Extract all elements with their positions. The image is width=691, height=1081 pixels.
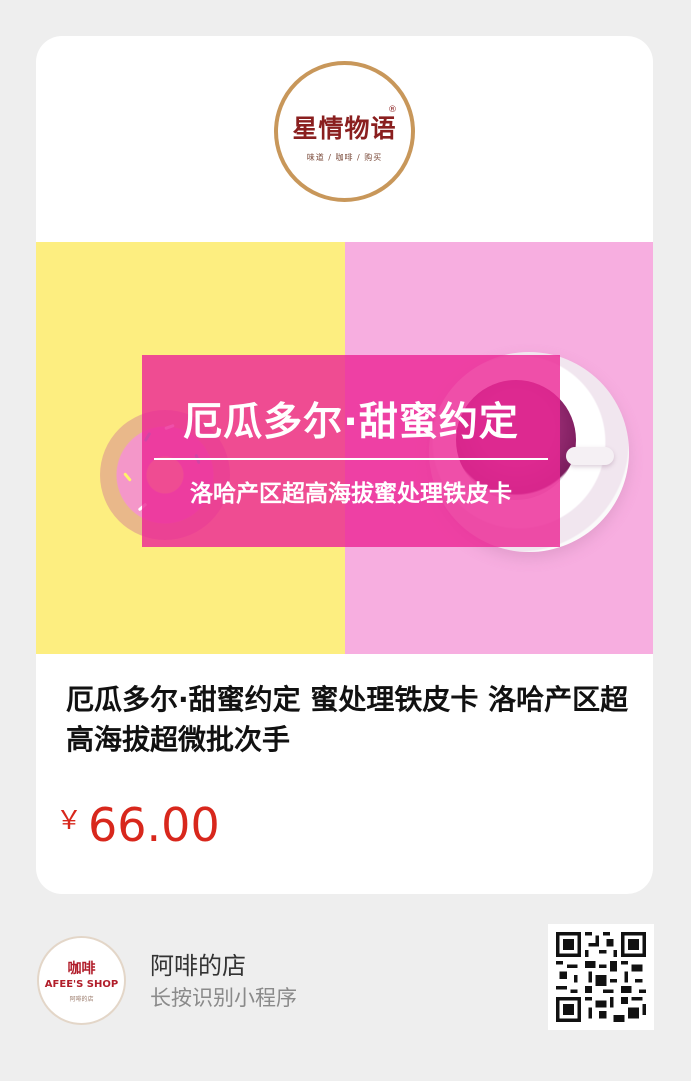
qr-code-graphic — [556, 932, 646, 1022]
qr-code-icon[interactable] — [548, 924, 654, 1030]
banner-divider — [154, 458, 548, 460]
shop-avatar-subtitle: 阿啡的店 — [69, 996, 94, 1003]
banner-subtitle: 洛哈产区超高海拔蜜处理铁皮卡 — [190, 481, 512, 507]
product-title: 厄瓜多尔·甜蜜约定 蜜处理铁皮卡 洛哈产区超高海拔超微批次手 — [66, 683, 629, 756]
brand-tagline: 味道 / 咖啡 / 购买 — [306, 153, 383, 162]
brand-logo: 星情物语 ® 味道 / 咖啡 / 购买 — [274, 61, 415, 202]
registered-mark: ® — [388, 105, 397, 115]
product-image[interactable]: 厄瓜多尔·甜蜜约定 洛哈产区超高海拔蜜处理铁皮卡 — [36, 242, 653, 654]
banner-title: 厄瓜多尔·甜蜜约定 — [183, 400, 519, 445]
shop-name: 阿啡的店 — [150, 952, 246, 980]
price-amount: 66.00 — [88, 798, 220, 852]
product-price: ￥ 66.00 — [56, 798, 220, 852]
shop-logo-icon: 咖啡 — [67, 961, 96, 977]
shop-avatar[interactable]: 咖啡 AFEE'S SHOP 阿啡的店 — [37, 936, 126, 1025]
product-card[interactable]: 星情物语 ® 味道 / 咖啡 / 购买 厄瓜多尔·甜蜜约定 洛哈产区超高海拔蜜处… — [36, 36, 653, 894]
currency-symbol: ￥ — [56, 806, 83, 836]
mini-program-hint: 长按识别小程序 — [150, 986, 297, 1010]
product-banner: 厄瓜多尔·甜蜜约定 洛哈产区超高海拔蜜处理铁皮卡 — [142, 355, 560, 547]
poster-page: 星情物语 ® 味道 / 咖啡 / 购买 厄瓜多尔·甜蜜约定 洛哈产区超高海拔蜜处… — [0, 0, 691, 1081]
shop-avatar-name: AFEE'S SHOP — [44, 979, 119, 990]
cup-handle-illustration — [566, 447, 614, 465]
